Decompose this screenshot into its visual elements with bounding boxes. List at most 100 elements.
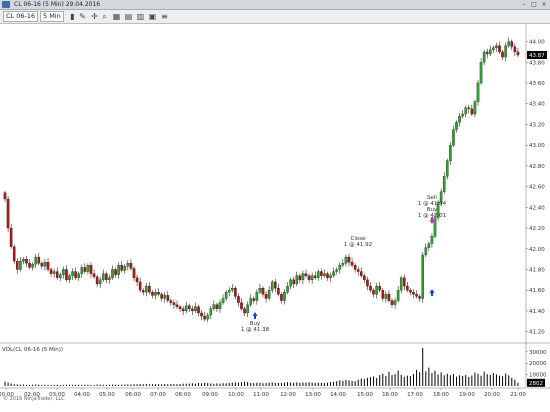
candle-body [307,275,311,280]
close-button[interactable]: × [540,1,548,8]
candle-body [98,279,102,285]
time-tick-label: 19:00 [459,392,475,398]
candle-body [34,256,37,265]
candle-body [495,45,498,48]
bar-style-icon[interactable]: ▮ [68,12,77,21]
time-tick-label: 21:00 [510,392,526,398]
candle-body [132,268,136,278]
data-box-icon[interactable]: ▣ [148,12,157,21]
candle-body [369,285,372,291]
app-icon [2,1,10,8]
price-tick-label: 43.60 [529,81,545,87]
candle-body [166,295,170,301]
candle-body [430,236,434,244]
candle-body [261,287,265,295]
candle-body [304,273,308,276]
candle-body [449,145,452,161]
candle-body [366,279,369,287]
candle-body [335,269,338,272]
price-tick-label: 44.00 [529,40,545,46]
candle-body [59,274,62,278]
strategy-icon[interactable]: ▤ [124,12,133,21]
candle-body [237,296,240,303]
candle-body [341,263,345,266]
instrument-selector[interactable]: CL 06-16 [3,11,39,22]
candle-body [231,287,234,291]
price-tick-label: 41.60 [529,288,545,294]
candle-body [141,290,145,293]
crosshair-icon[interactable]: ✛ [90,12,99,21]
candle-body [289,279,292,287]
candle-body [31,264,34,268]
close-detail: 1 @ 41.92 [343,242,373,248]
candle-body [102,273,105,280]
chart-trader-icon[interactable]: ▥ [136,12,145,21]
minimize-button[interactable]: – [520,1,528,8]
candle-body [406,285,409,291]
price-tick-label: 43.00 [529,143,545,149]
price-chart[interactable]: 44.00 43.80 43.60 43.40 43.20 43.00 42.80 42.60… [0,24,550,412]
candle-body [455,122,458,130]
candle-body [126,263,130,267]
buy-reentry-detail: 1 @ 42.01 [417,213,447,219]
buy-entry-arrow-icon [252,312,258,319]
candle-body [510,41,514,47]
candle-body [221,298,225,303]
candle-body [95,276,99,285]
time-tick-label: 08:00 [175,392,191,398]
candle-body [138,281,142,291]
interval-selector[interactable]: 5 Min [40,11,64,22]
volume-tick-label: 20000 [529,361,547,367]
candle-body [46,262,50,270]
maximize-button[interactable]: □ [530,1,538,8]
time-tick-label: 12:00 [280,392,296,398]
candle-body [295,275,299,285]
candle-body [77,273,80,278]
candle-body [240,302,243,309]
candle-body [492,47,495,50]
pencil-icon[interactable]: ✎ [78,12,87,21]
candle-body [381,290,385,299]
candle-body [332,271,335,276]
candle-body [120,265,123,271]
candle-body [163,295,166,299]
candle-body [16,261,19,270]
candle-body [399,277,403,291]
volume-tick-label: 10000 [529,373,547,379]
candle-body [71,271,74,276]
time-tick-label: 07:00 [150,392,166,398]
candle-body [117,265,120,275]
menu-icon[interactable]: ≡ [160,12,169,21]
candle-body [114,269,117,275]
candle-body [421,254,424,299]
candle-body [206,314,209,320]
candle-body [148,285,151,293]
candle-body [424,247,428,256]
candle-body [37,256,41,264]
candle-body [283,292,286,301]
candle-body [393,300,397,305]
volume-panel-label: VOL(CL 06-16 (5 Min)) [2,347,64,353]
candle-body [356,269,360,272]
time-tick-label: 14:00 [330,392,346,398]
candle-body [489,49,492,55]
last-price-label: 43.87 [529,53,545,59]
candle-body [52,271,56,274]
time-tick-label: 16:00 [382,392,398,398]
zoom-icon[interactable]: ⌕ [100,12,109,21]
time-tick-label: 05:00 [99,392,115,398]
candle-body [55,271,59,278]
candle-body [390,300,394,305]
price-tick-label: 41.40 [529,309,545,315]
candle-body [151,292,154,296]
candle-body [320,271,323,276]
candle-body [412,292,415,295]
properties-icon[interactable]: ▦ [112,12,121,21]
candle-body [157,292,160,295]
candle-body [507,41,510,46]
candle-body [427,243,431,248]
candle-body [409,290,412,293]
candle-body [6,198,10,229]
candle-body [135,277,139,283]
candle-body [25,258,28,264]
